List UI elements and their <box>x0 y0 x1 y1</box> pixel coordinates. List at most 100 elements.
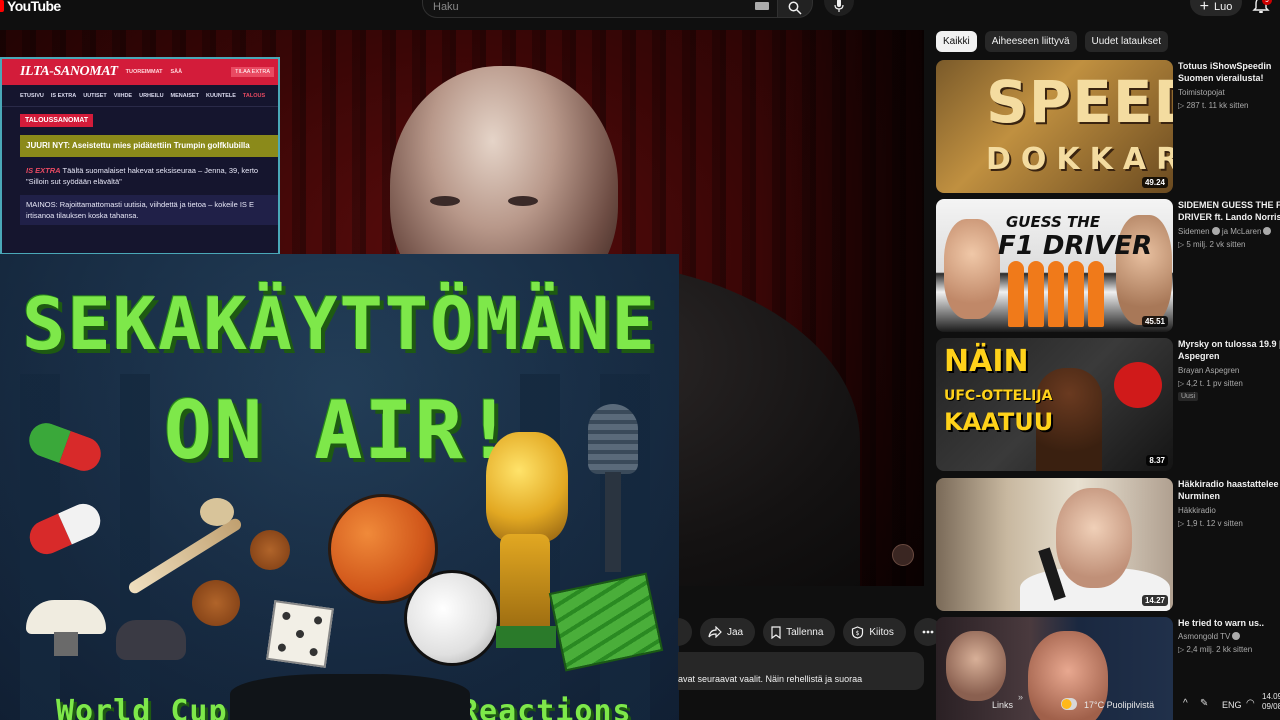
thumbnail-text: DOKKARI <box>986 142 1173 177</box>
cookie-icon <box>250 530 290 570</box>
news-breaking-headline[interactable]: JUURI NYT: Aseistettu mies pidätettiin T… <box>20 135 278 157</box>
svg-text:$: $ <box>856 630 860 637</box>
channel-name[interactable]: Asmongold TV <box>1178 632 1241 641</box>
video-title[interactable]: Häkkiradio haastattelee Nurminen <box>1178 478 1280 502</box>
thumbnail-text: NÄIN <box>944 344 1029 379</box>
pixel-title-line1: SEKAKÄYTTÖMÄNE <box>22 282 657 366</box>
news-nav-item[interactable]: ETUSIVU <box>20 93 44 99</box>
race-suit-figure <box>1028 261 1044 327</box>
video-title[interactable]: He tried to warn us.. <box>1178 617 1280 629</box>
news-top-link[interactable]: SÄÄ <box>171 69 183 75</box>
host-eye-left <box>430 196 460 206</box>
verified-check-icon <box>1211 227 1220 235</box>
video-thumbnail[interactable]: GUESS THE F1 DRIVER 45.51 <box>936 199 1173 332</box>
channel-watermark[interactable] <box>892 544 914 566</box>
news-nav-item[interactable]: KUUNTELE <box>206 93 236 99</box>
search-input[interactable] <box>433 0 733 15</box>
chip-related[interactable]: Aiheeseen liittyvä <box>984 31 1077 52</box>
news-article[interactable]: IS EXTRA Täältä suomalaiset hakevat seks… <box>26 165 278 187</box>
video-meta: ▷ 1,9 t. 12 v sitten <box>1178 519 1243 528</box>
news-advert[interactable]: MAINOS: Rajoittamattomasti uutisia, viih… <box>20 195 278 225</box>
thumbnail-face <box>1056 488 1132 588</box>
thanks-label: Kiitos <box>869 626 894 638</box>
foreground-silhouette <box>230 674 470 720</box>
news-order-button[interactable]: TILAA EXTRA <box>231 67 274 77</box>
create-button[interactable]: + Luo <box>1190 0 1242 16</box>
stone-icon <box>116 620 186 660</box>
chip-all[interactable]: Kaikki <box>936 31 977 52</box>
bookmark-icon <box>771 625 781 639</box>
channel-name[interactable]: Toimistopojat <box>1178 88 1225 97</box>
video-thumbnail[interactable]: NÄIN UFC-OTTELIJA KAATUU 8.37 <box>936 338 1173 471</box>
network-icon[interactable]: ◠ <box>1246 698 1255 709</box>
studio-microphone-icon <box>588 404 638 474</box>
video-title[interactable]: Myrsky on tulossa 19.9 | Aspegren <box>1178 338 1280 362</box>
clock-time: 14.09 <box>1262 692 1280 701</box>
channel-name-text: Asmongold TV <box>1178 632 1231 641</box>
news-nav-item[interactable]: VIIHDE <box>114 93 132 99</box>
thumbnail-text: KAATUU <box>944 408 1054 436</box>
spoon-head-icon <box>200 498 234 526</box>
mushroom-stem-icon <box>54 632 78 656</box>
news-article-tag: IS EXTRA <box>26 166 61 175</box>
chip-recent-uploads[interactable]: Uudet lataukset <box>1084 31 1169 52</box>
thanks-button[interactable]: $ Kiitos <box>843 618 906 646</box>
video-thumbnail[interactable]: 14.27 <box>936 478 1173 611</box>
dislike-button[interactable] <box>678 618 692 646</box>
channel-name[interactable]: Häkkiradio <box>1178 506 1216 515</box>
youtube-logo[interactable]: YouTube <box>0 0 61 15</box>
share-icon <box>708 626 722 638</box>
links-chevron-icon[interactable]: » <box>1018 692 1023 702</box>
recommendation-item[interactable]: NÄIN UFC-OTTELIJA KAATUU 8.37 Myrsky on … <box>936 338 1280 471</box>
clock[interactable]: 14.09 09/08/2 <box>1262 692 1280 712</box>
news-nav-item[interactable]: URHEILU <box>139 93 163 99</box>
video-duration: 8.37 <box>1146 455 1168 466</box>
race-suit-figure <box>1068 261 1084 327</box>
super-thanks-icon: $ <box>852 625 864 639</box>
video-title[interactable]: Totuus iShowSpeedin Suomen vierailusta! … <box>1178 60 1280 86</box>
news-top-link[interactable]: TUOREIMMAT <box>126 69 163 75</box>
more-horizontal-icon <box>922 630 934 634</box>
weather-text[interactable]: 17°C Puolipilvistä <box>1084 700 1154 710</box>
search-box[interactable] <box>422 0 777 18</box>
news-site-overlay: ILTA-SANOMAT TUOREIMMAT SÄÄ TILAA EXTRA … <box>0 57 280 255</box>
pen-icon[interactable]: ✎ <box>1200 698 1208 709</box>
voice-search-button[interactable] <box>824 0 854 16</box>
video-title[interactable]: SIDEMEN GUESS THE F1 DRIVER ft. Lando No… <box>1178 199 1280 223</box>
news-nav-item-active[interactable]: TALOUS <box>243 93 265 99</box>
news-logo[interactable]: ILTA-SANOMAT <box>20 64 118 80</box>
trophy-base-icon <box>496 626 556 648</box>
channel-name-text: Sidemen <box>1178 227 1210 236</box>
save-label: Tallenna <box>786 626 824 638</box>
share-button[interactable]: Jaa <box>700 618 756 646</box>
new-badge: Uusi <box>1178 392 1199 401</box>
recommendation-item[interactable]: SPEED DOKKARI 49.24 Totuus iShowSpeedin … <box>936 60 1280 193</box>
weather-partly-cloudy-icon[interactable] <box>1061 698 1077 710</box>
news-nav-item[interactable]: MENAISET <box>171 93 199 99</box>
news-nav-item[interactable]: IS EXTRA <box>51 93 76 99</box>
video-meta: ▷ 4,2 t. 1 pv sitten <box>1178 379 1243 388</box>
pixel-title-line2: ON AIR! <box>163 384 516 477</box>
news-nav-item[interactable]: UUTISET <box>83 93 107 99</box>
mushroom-icon <box>26 600 106 634</box>
microphone-stand-icon <box>605 472 621 572</box>
share-label: Jaa <box>727 626 744 638</box>
input-language[interactable]: ENG <box>1222 700 1242 710</box>
channel-name[interactable]: Sidemen ja McLaren <box>1178 227 1272 236</box>
show-hidden-icons-chevron-icon[interactable]: ^ <box>1183 698 1188 709</box>
recommendation-item[interactable]: GUESS THE F1 DRIVER 45.51 SIDEMEN GUESS … <box>936 199 1280 332</box>
links-toolbar[interactable]: Links <box>992 700 1013 710</box>
news-header: ILTA-SANOMAT TUOREIMMAT SÄÄ TILAA EXTRA <box>2 59 278 85</box>
video-thumbnail[interactable]: SPEED DOKKARI 49.24 <box>936 60 1173 193</box>
save-button[interactable]: Tallenna <box>763 618 836 646</box>
news-section-label[interactable]: TALOUSSANOMAT <box>20 114 94 127</box>
search-icon <box>788 1 802 15</box>
recommendation-item[interactable]: 14.27 Häkkiradio haastattelee Nurminen H… <box>936 478 1280 611</box>
description-snippet: avat seuraavat vaalit. Näin rehellistä j… <box>678 674 863 684</box>
thumbnail-text: UFC-OTTELIJA <box>944 388 1053 404</box>
search-button[interactable] <box>777 0 813 18</box>
soccer-ball-icon <box>404 570 500 666</box>
channel-name[interactable]: Brayan Aspegren <box>1178 366 1239 375</box>
keyboard-icon[interactable] <box>755 2 769 10</box>
video-description[interactable]: avat seuraavat vaalit. Näin rehellistä j… <box>678 652 924 690</box>
